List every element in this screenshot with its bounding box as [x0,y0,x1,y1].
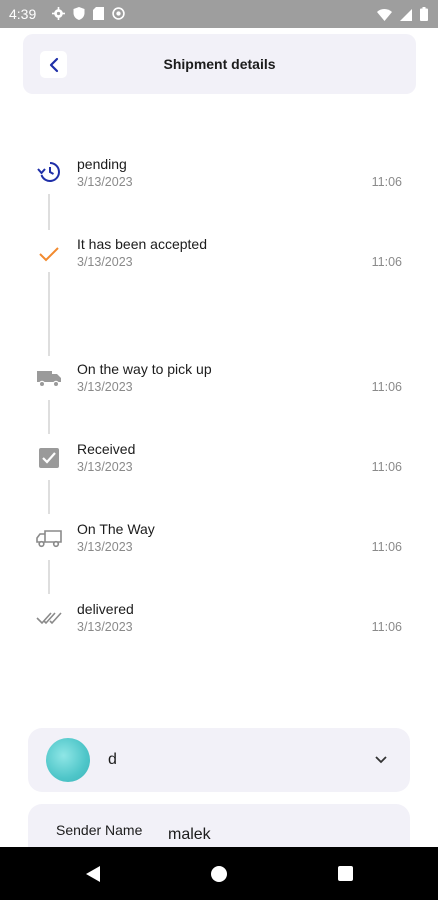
timeline-time: 11:06 [371,175,402,189]
timeline-connector [48,400,50,434]
status-time: 4:39 [9,6,37,22]
timeline-status: Received [77,441,136,457]
timeline-status: On the way to pick up [77,361,212,377]
timeline-connector [48,272,50,356]
timeline-status: On The Way [77,521,155,537]
timeline-date: 3/13/2023 [77,540,133,554]
wifi-icon [377,8,392,26]
timeline-date: 3/13/2023 [77,460,133,474]
timeline-date: 3/13/2023 [77,620,133,634]
sender-name: d [108,751,117,768]
timeline-time: 11:06 [371,620,402,634]
nav-home-icon[interactable] [211,866,227,882]
timeline-connector [48,194,50,230]
timeline-connector [48,560,50,594]
check-icon [35,240,63,268]
settings-icon [52,7,65,25]
status-bar: 4:39 [0,0,438,28]
timeline-status: delivered [77,601,134,617]
timeline-time: 11:06 [371,255,402,269]
sd-card-icon [93,7,104,25]
sender-name-value: malek [168,826,211,843]
truck-outline-icon [35,524,63,552]
truck-filled-icon [35,364,63,392]
shield-icon [73,7,85,25]
avatar [46,738,90,782]
sender-card[interactable]: d [28,728,410,792]
no-signal-icon [112,7,125,25]
sender-name-label: Sender Name [56,822,143,838]
page-title: Shipment details [163,56,276,72]
timeline-status: It has been accepted [77,236,207,252]
system-nav-bar [0,847,438,900]
chevron-down-icon[interactable] [374,752,388,770]
battery-icon [420,7,428,26]
timeline-connector [48,480,50,514]
cell-signal-icon [400,8,412,26]
nav-back-icon[interactable] [85,865,101,888]
history-icon [35,158,63,186]
nav-recents-icon[interactable] [338,866,353,881]
timeline-status: pending [77,156,127,172]
timeline-date: 3/13/2023 [77,255,133,269]
timeline-time: 11:06 [371,460,402,474]
app-header: Shipment details [23,34,416,94]
timeline-time: 11:06 [371,540,402,554]
timeline-time: 11:06 [371,380,402,394]
checkbox-icon [35,444,63,472]
double-check-icon [35,604,63,632]
timeline-date: 3/13/2023 [77,175,133,189]
timeline-date: 3/13/2023 [77,380,133,394]
